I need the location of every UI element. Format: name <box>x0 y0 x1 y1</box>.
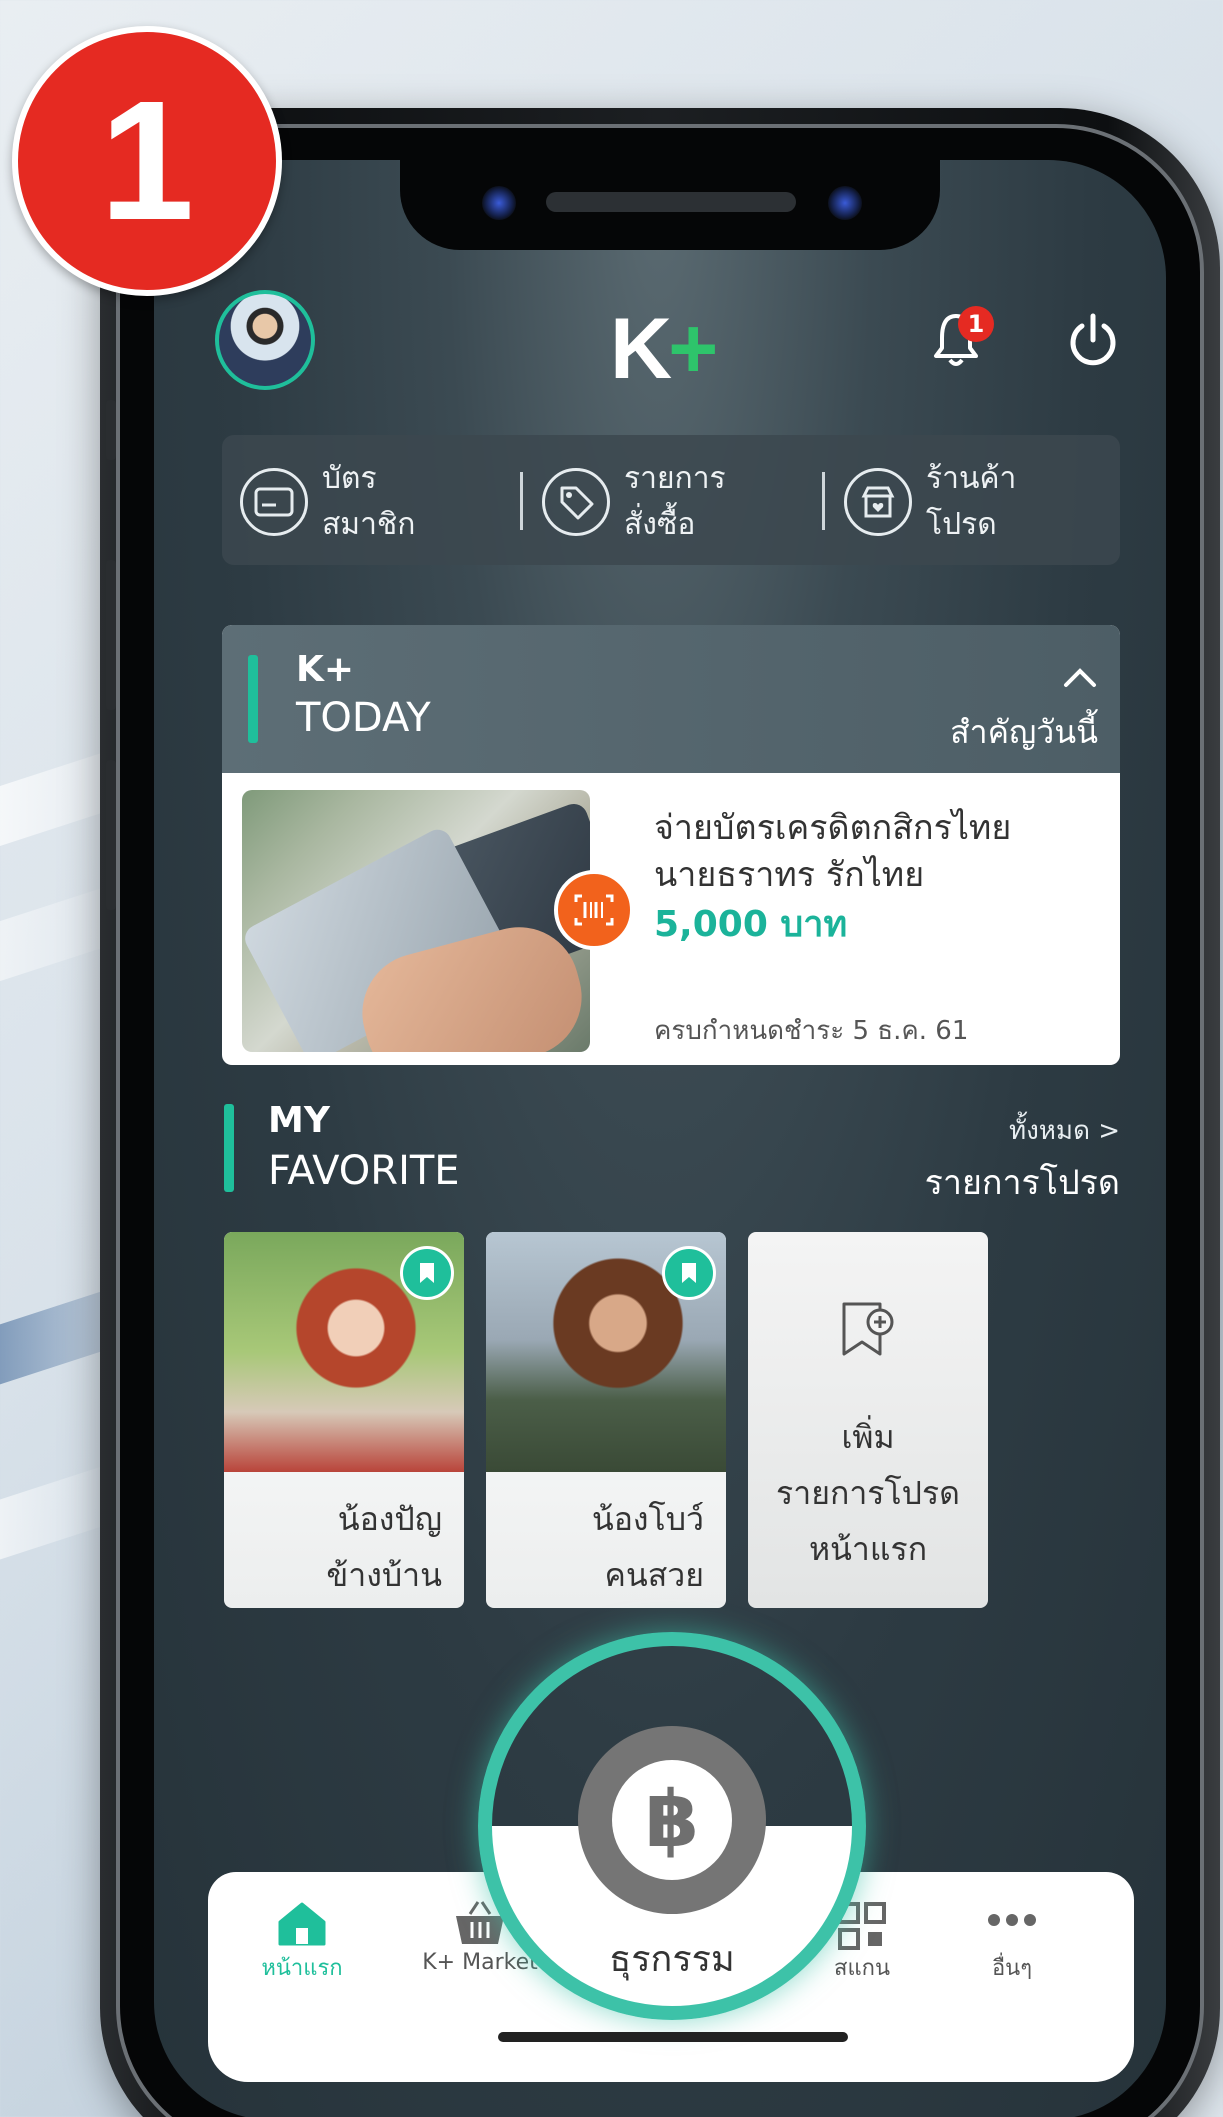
favorite-card[interactable]: น้องปัญ ข้างบ้าน <box>224 1232 464 1608</box>
baht-coin-icon: ฿ <box>612 1760 732 1880</box>
divider <box>822 472 825 530</box>
see-all-link[interactable]: ทั้งหมด > <box>1009 1110 1120 1151</box>
bill-amount: 5,000 บาท <box>654 904 848 945</box>
favorite-card[interactable]: น้องโบว์ คนสวย <box>486 1232 726 1608</box>
step-number-badge: 1 <box>12 26 282 296</box>
favorite-name-line2: ข้างบ้าน <box>326 1556 442 1594</box>
tab-more-label: อื่นๆ <box>991 1956 1033 1981</box>
quick-menu-label: รายการ <box>624 461 726 496</box>
quick-menu-label: สั่งซื้อ <box>624 507 696 542</box>
divider <box>520 472 523 530</box>
add-bookmark-icon <box>842 1302 894 1356</box>
bookmark-icon[interactable] <box>662 1246 716 1300</box>
more-dots-icon <box>988 1914 1036 1926</box>
favorite-title-favorite: FAVORITE <box>268 1148 460 1194</box>
bill-title: จ่ายบัตรเครดิตกสิกรไทย <box>654 808 1012 848</box>
quick-menu-label: โปรด <box>926 507 997 542</box>
favorite-name-line1: น้องโบว์ <box>591 1500 704 1538</box>
add-favorite-line3: หน้าแรก <box>808 1530 928 1568</box>
bill-payee: นายธราทร รักไทย <box>654 855 925 895</box>
add-favorite-line1: เพิ่ม <box>841 1418 895 1456</box>
chevron-up-icon[interactable] <box>1062 665 1098 689</box>
add-favorite-card[interactable]: เพิ่ม รายการโปรด หน้าแรก <box>748 1232 988 1608</box>
today-card[interactable]: K+ TODAY สำคัญวันนี้ จ่ายบัตรเครดิตกสิกร… <box>222 625 1120 1065</box>
front-camera <box>482 186 516 220</box>
favorite-name-line2: คนสวย <box>604 1556 704 1594</box>
phone-side-button <box>106 760 116 910</box>
favorite-name-line1: น้องปัญ <box>337 1500 442 1538</box>
phone-speaker <box>546 192 796 212</box>
home-indicator[interactable] <box>498 2032 848 2042</box>
logo-k: K <box>610 301 672 397</box>
phone-side-button <box>106 400 116 460</box>
quick-menu-member-card[interactable]: บัตรสมาชิก <box>240 452 415 552</box>
price-tag-icon <box>542 468 610 536</box>
phone-side-button <box>106 560 116 710</box>
tab-more[interactable] <box>942 1900 1082 1944</box>
quick-menu-label: สมาชิก <box>322 507 416 542</box>
power-icon[interactable] <box>1066 312 1120 368</box>
notification-badge: 1 <box>958 306 994 342</box>
quick-menu-label: บัตร <box>322 461 377 496</box>
logo-plus: + <box>668 301 718 397</box>
member-card-icon <box>240 468 308 536</box>
tab-transaction-label: ธุรกรรม <box>609 1939 735 1980</box>
bookmark-icon[interactable] <box>400 1246 454 1300</box>
tab-home-label: หน้าแรก <box>261 1956 343 1981</box>
today-header[interactable]: K+ TODAY สำคัญวันนี้ <box>222 625 1120 773</box>
today-subtitle: สำคัญวันนี้ <box>950 713 1098 751</box>
favorite-title-my: MY <box>268 1100 330 1141</box>
add-favorite-line2: รายการโปรด <box>776 1474 960 1512</box>
favorite-list-label: รายการโปรด <box>924 1163 1120 1203</box>
bill-due-date: ครบกำหนดชำระ 5 ธ.ค. 61 <box>654 1016 969 1046</box>
favorite-shop-icon <box>844 468 912 536</box>
barcode-scan-icon[interactable] <box>554 870 634 950</box>
credit-card-photo <box>242 790 590 1052</box>
front-camera <box>828 186 862 220</box>
home-icon <box>278 1902 326 1946</box>
profile-avatar[interactable] <box>215 290 315 390</box>
today-title-k: K+ <box>296 649 355 690</box>
kplus-logo: K+ <box>610 300 718 399</box>
today-title-today: TODAY <box>296 695 431 741</box>
tab-home[interactable] <box>232 1900 372 1952</box>
section-accent-bar <box>224 1104 234 1192</box>
section-accent-bar <box>248 655 258 743</box>
quick-menu-favorite-shop[interactable]: ร้านค้าโปรด <box>844 452 1016 552</box>
quick-menu-label: ร้านค้า <box>926 461 1017 496</box>
quick-menu-orders[interactable]: รายการสั่งซื้อ <box>542 452 726 552</box>
transaction-button[interactable]: ฿ <box>578 1726 766 1914</box>
